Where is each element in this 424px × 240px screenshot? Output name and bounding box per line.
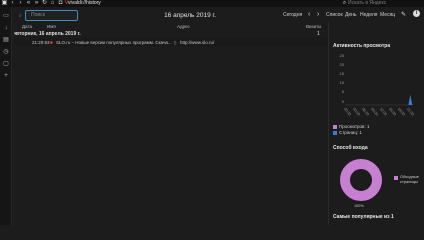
x-tick: 03:00 — [351, 107, 361, 117]
y-tick: 10 — [339, 80, 344, 85]
search-icon: ⌕ — [19, 13, 22, 19]
window-panel-icon[interactable]: ▣ — [1, 0, 8, 7]
view-week-button[interactable]: Неделя — [360, 12, 377, 18]
column-visits[interactable]: Визиты — [306, 24, 321, 29]
x-tick: 00:00 — [342, 107, 352, 117]
y-tick: 20 — [339, 62, 344, 67]
legend-label: Просмотров: 1 — [339, 124, 370, 129]
browser-toolbar: ▣ ‹ › « » ↻ ⌂ ◘ V vivaldi://history ⌕ Ис… — [0, 0, 424, 7]
page-title: 16 апрель 2019 г. — [164, 12, 216, 19]
favicon-icon: ■ — [50, 40, 53, 45]
column-date[interactable]: Дата — [22, 24, 32, 29]
view-day-button[interactable]: День — [345, 12, 357, 18]
popular-title: Самые популярные из 1 — [333, 214, 394, 220]
view-list-button[interactable]: Список — [326, 12, 343, 18]
date-group-header[interactable]: вторник, 16 апрель 2019 г. — [16, 31, 326, 38]
history-icon[interactable]: ◷ — [2, 48, 10, 56]
back-icon[interactable]: ‹ — [9, 0, 16, 7]
address-bar[interactable]: vivaldi://history — [68, 0, 318, 7]
window-icon[interactable]: ▢ — [2, 60, 10, 68]
row-url[interactable]: http://www.slo.ru/ — [180, 40, 214, 45]
y-tick: 25 — [339, 53, 344, 58]
x-tick: 21:00 — [405, 107, 415, 117]
web-search-input[interactable]: Искать в Яндекс — [348, 0, 408, 7]
row-title[interactable]: SLO.ru – Новые версии популярных програм… — [56, 40, 172, 45]
activity-title: Активность просмотра — [333, 43, 391, 49]
edit-icon[interactable]: ✎ — [401, 11, 406, 18]
x-tick: 09:00 — [369, 107, 379, 117]
x-tick: 18:00 — [396, 107, 406, 117]
reload-icon[interactable]: ↻ — [41, 0, 48, 7]
search-engine-icon[interactable]: ⌕ — [341, 0, 348, 7]
legend-swatch — [333, 130, 337, 135]
info-icon[interactable]: i — [413, 10, 420, 17]
fastforward-icon[interactable]: » — [33, 0, 40, 7]
donut-legend: Обходные страницы — [394, 174, 422, 185]
page-icon: ▯ — [174, 40, 177, 45]
column-name[interactable]: Имя — [47, 24, 56, 29]
add-icon[interactable]: + — [2, 72, 10, 80]
rewind-icon[interactable]: « — [25, 0, 32, 7]
legend-label: Обходные страницы — [400, 174, 420, 184]
visit-method-title: Способ входа — [333, 145, 368, 151]
date-group-count: 1 — [317, 31, 320, 37]
view-month-button[interactable]: Месяц — [380, 12, 395, 18]
legend-item-views: Просмотров: 1 — [333, 124, 369, 129]
legend-swatch — [333, 124, 337, 129]
legend-swatch — [394, 176, 398, 180]
series-layer — [408, 94, 413, 105]
panel-divider — [328, 22, 329, 225]
history-search-input[interactable]: Поиск — [25, 10, 78, 21]
side-panel-bar: ▭ ↓ ▤ ◷ ▢ + — [0, 7, 12, 225]
series-point — [408, 94, 413, 105]
y-tick: 5 — [341, 89, 344, 94]
today-button[interactable]: Сегодня — [283, 12, 302, 18]
row-time: 21:20:53 — [32, 40, 50, 45]
notes-icon[interactable]: ▤ — [2, 36, 10, 44]
home-icon[interactable]: ⌂ — [49, 0, 56, 7]
column-address[interactable]: Адрес — [177, 24, 190, 29]
donut-slice — [340, 159, 382, 201]
x-tick: 12:00 — [378, 107, 388, 117]
x-tick: 06:00 — [360, 107, 370, 117]
y-tick: 0 — [341, 99, 344, 104]
legend-item-pages: Страниц: 1 — [333, 130, 362, 135]
prev-date-button[interactable]: ‹ — [308, 11, 310, 18]
visit-method-donut — [340, 159, 382, 201]
activity-chart — [345, 94, 413, 106]
y-tick: 15 — [339, 71, 344, 76]
downloads-icon[interactable]: ↓ — [2, 24, 10, 32]
donut-percent: 100% — [354, 204, 364, 208]
bookmarks-icon[interactable]: ▭ — [2, 12, 10, 20]
next-date-button[interactable]: › — [317, 11, 319, 18]
legend-label: Страниц: 1 — [339, 130, 362, 135]
forward-icon[interactable]: › — [17, 0, 24, 7]
x-tick: 15:00 — [387, 107, 397, 117]
